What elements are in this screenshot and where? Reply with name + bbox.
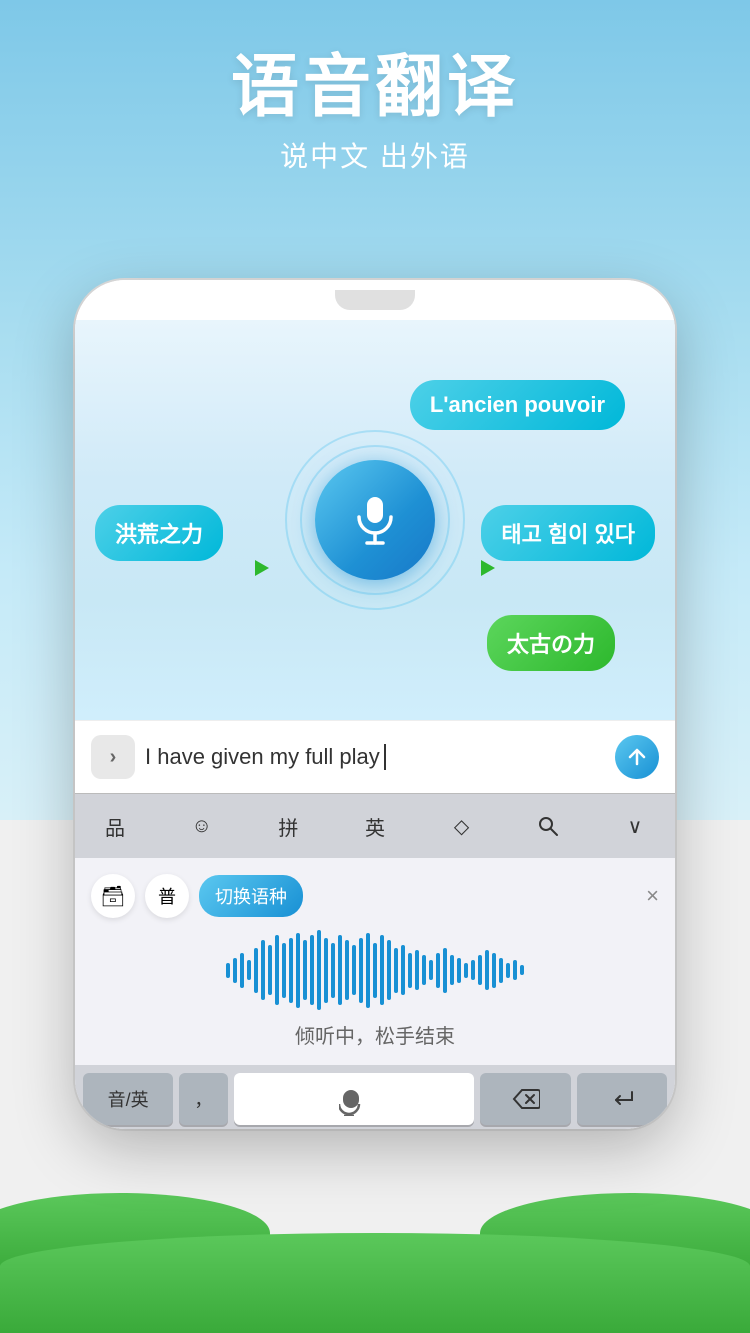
wave-bar [422,955,426,985]
kb-pinyin-btn[interactable]: 拼 [264,804,312,848]
voice-badge-briefcase[interactable]: 🗃 [91,874,135,918]
wave-bar [436,953,440,988]
key-space[interactable] [234,1073,475,1125]
sub-title: 说中文 出外语 [0,135,750,175]
key-audio-english[interactable]: 音/英 [83,1073,173,1125]
wave-bar [331,943,335,998]
phone-notch [335,290,415,310]
wave-bar [240,953,244,988]
bubble-japanese: 太古の力 [487,615,615,671]
wave-bar [310,935,314,1005]
phone-frame: L'ancien pouvoir 洪荒之力 태고 힘이 있다 太古の力 [75,280,675,1129]
wave-bar [226,963,230,978]
arrow-icon-right [481,560,495,576]
key-delete[interactable] [480,1073,570,1125]
waveform [91,930,659,1010]
wave-bar [499,958,503,983]
wave-bar [492,953,496,988]
wave-bar [429,960,433,980]
arrow-left [255,560,269,576]
wave-bar [247,960,251,980]
arrow-icon-left [255,560,269,576]
key-comma[interactable]: ， [179,1073,227,1125]
voice-hint: 倾听中，松手结束 [91,1020,659,1049]
wave-bar [450,955,454,985]
switch-lang-button[interactable]: 切换语种 [199,875,303,917]
wave-bar [471,960,475,980]
wave-bar [324,938,328,1003]
wave-bar [513,960,517,980]
wave-bar [289,938,293,1003]
main-title: 语音翻译 [0,50,750,125]
arrow-right [481,560,495,576]
wave-bar [317,930,321,1010]
grass-main [0,1233,750,1333]
bubble-chinese: 洪荒之力 [95,505,223,561]
wave-bar [485,950,489,990]
wave-bar [282,943,286,998]
kb-search-btn[interactable] [524,804,572,848]
input-arrow-button[interactable]: › [91,735,135,779]
input-bar: › I have given my full play [75,720,675,793]
bubble-french: L'ancien pouvoir [410,380,625,430]
phone-mockup: L'ancien pouvoir 洪荒之力 태고 힘이 있다 太古の力 [75,280,675,1129]
wave-bar [373,943,377,998]
wave-bar [464,963,468,978]
mic-button[interactable] [315,460,435,580]
kb-code-btn[interactable]: ◇ [438,804,486,848]
kb-emoji-btn[interactable]: ☺ [178,804,226,848]
close-button[interactable]: × [646,883,659,909]
wave-bar [359,938,363,1003]
wave-bar [345,940,349,1000]
wave-bar [387,940,391,1000]
wave-bar [380,935,384,1005]
kb-more-btn[interactable]: ∨ [611,804,659,848]
input-field[interactable]: I have given my full play [145,744,605,770]
wave-bar [506,963,510,978]
keyboard-bottom: 音/英 ， [75,1065,675,1129]
key-return[interactable] [577,1073,667,1125]
mic-icon [350,495,400,545]
keyboard-bottom-row: 音/英 ， [83,1073,667,1125]
title-section: 语音翻译 说中文 出外语 [0,50,750,175]
wave-bar [268,945,272,995]
wave-bar [457,958,461,983]
wave-bar [338,935,342,1005]
wave-bar [408,953,412,988]
voice-panel: 🗃 普 切换语种 × [75,858,675,1065]
wave-bar [394,948,398,993]
keyboard-toolbar: 品 ☺ 拼 英 ◇ ∨ [75,793,675,858]
kb-grid-btn[interactable]: 品 [91,804,139,848]
wave-bar [261,940,265,1000]
wave-bar [520,965,524,975]
input-cursor [384,744,386,770]
wave-bar [415,950,419,990]
send-button[interactable] [615,735,659,779]
wave-bar [303,940,307,1000]
bubble-korean: 태고 힘이 있다 [481,505,655,561]
phone-top-bar [75,280,675,320]
wave-bar [401,945,405,995]
translation-area: L'ancien pouvoir 洪荒之力 태고 힘이 있다 太古の力 [75,320,675,720]
voice-badge-pu[interactable]: 普 [145,874,189,918]
wave-bar [233,958,237,983]
wave-bar [366,933,370,1008]
kb-english-btn[interactable]: 英 [351,804,399,848]
wave-bar [275,935,279,1005]
wave-bar [443,948,447,993]
wave-bar [254,948,258,993]
wave-bar [296,933,300,1008]
wave-bar [478,955,482,985]
mic-center [315,460,435,580]
wave-bar [352,945,356,995]
voice-panel-top: 🗃 普 切换语种 × [91,874,659,918]
